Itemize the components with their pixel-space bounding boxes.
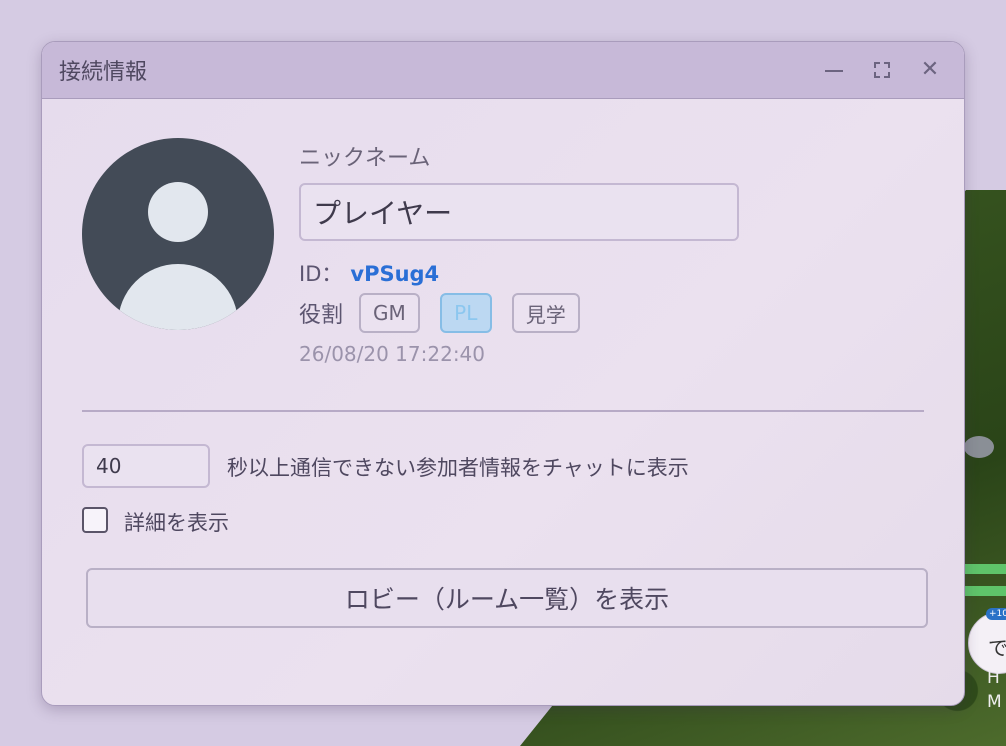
show-details-label[interactable]: 詳細を表示 — [124, 507, 229, 537]
role-observer-button[interactable]: 見学 — [511, 293, 580, 333]
map-hp-bar — [965, 564, 1006, 574]
dialog-title: 接続情報 — [59, 60, 148, 85]
role-label: 役割 — [299, 303, 344, 328]
id-value: vPSug4 — [350, 262, 440, 286]
dialog-titlebar[interactable]: 接続情報 ✕ — [42, 42, 964, 99]
id-row: ID： vPSug4 — [299, 258, 439, 288]
map-mp-bar — [965, 586, 1006, 596]
timeout-label: 秒以上通信できない参加者情報をチャットに表示 — [227, 456, 689, 480]
nickname-label: ニックネーム — [299, 146, 431, 171]
maximize-icon[interactable] — [870, 58, 894, 82]
show-details-checkbox[interactable] — [82, 507, 108, 533]
map-rock — [964, 436, 994, 458]
show-lobby-button[interactable]: ロビー（ルーム一覧）を表示 — [86, 568, 928, 628]
timeout-seconds-input[interactable] — [82, 444, 210, 488]
avatar-head — [148, 182, 208, 242]
role-row: 役割 GM PL 見学 — [299, 291, 600, 335]
map-label-h: H — [987, 668, 1000, 688]
map-token-glyph: で — [988, 636, 1006, 660]
role-pl-button[interactable]: PL — [439, 293, 492, 333]
connection-timestamp: 26/08/20 17:22:40 — [299, 342, 486, 366]
nickname-input[interactable] — [299, 183, 739, 241]
role-gm-button[interactable]: GM — [359, 293, 420, 333]
user-avatar-icon[interactable] — [82, 138, 274, 330]
close-icon[interactable]: ✕ — [918, 58, 942, 82]
map-label-m: M — [987, 692, 1002, 712]
id-label: ID： — [299, 262, 343, 286]
section-divider — [82, 410, 924, 412]
connection-info-dialog: 接続情報 ✕ ニックネーム ID： vPSug4 役割 GM PL 見学 26/0… — [41, 41, 965, 706]
minimize-icon[interactable] — [822, 58, 846, 82]
map-token-badge: +10 — [986, 608, 1006, 620]
avatar-body — [118, 264, 238, 330]
